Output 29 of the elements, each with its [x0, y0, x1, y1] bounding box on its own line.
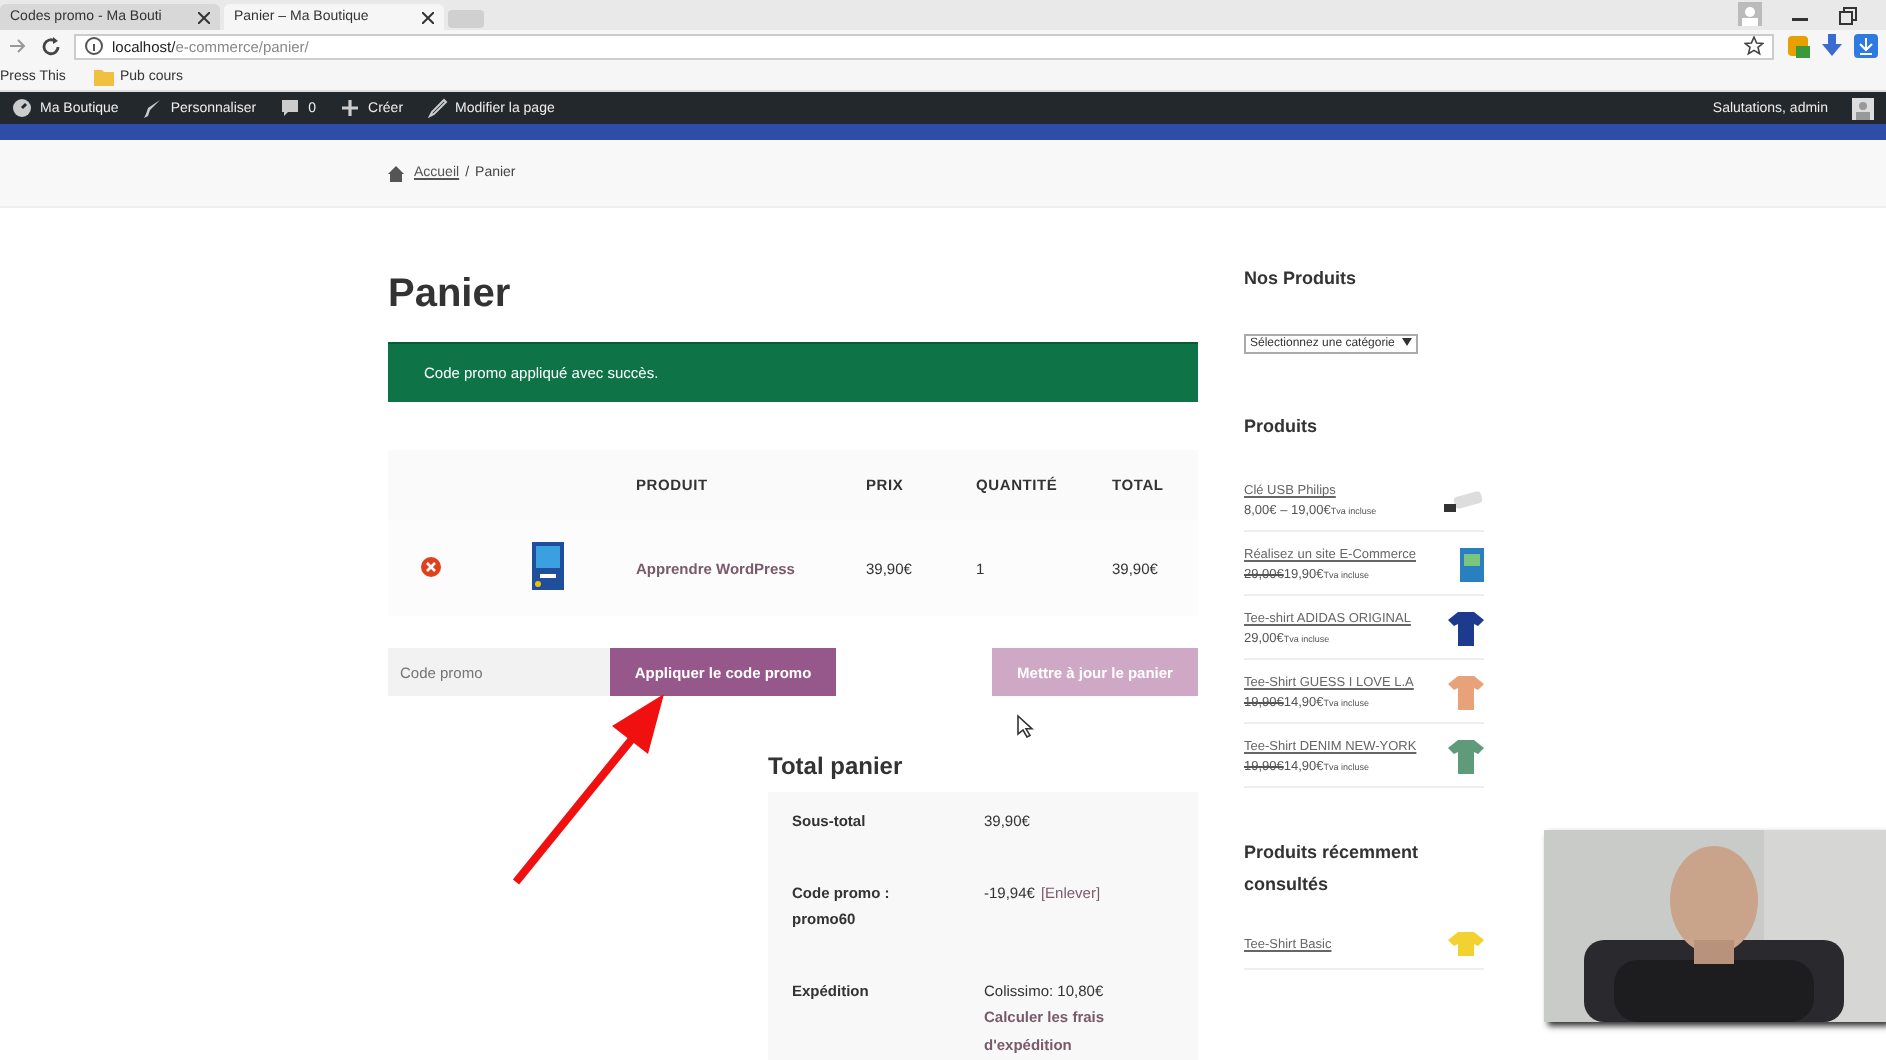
- brush-icon: [142, 98, 163, 118]
- dashboard-icon: [12, 98, 32, 118]
- reload-icon[interactable]: [40, 35, 62, 57]
- close-icon[interactable]: [198, 11, 210, 23]
- page-title: Panier: [388, 272, 513, 318]
- restore-icon[interactable]: [1838, 6, 1858, 26]
- comment-icon: [280, 98, 301, 118]
- info-icon: [84, 36, 104, 56]
- caret-icon: [1402, 338, 1413, 346]
- plus-icon: [340, 98, 361, 118]
- download-icon[interactable]: [1854, 34, 1878, 58]
- avatar-icon[interactable]: [1852, 97, 1874, 119]
- home-icon[interactable]: [388, 165, 404, 181]
- book-thumbnail-icon[interactable]: [532, 542, 564, 590]
- forward-icon[interactable]: [8, 36, 28, 56]
- usb-stick-icon[interactable]: [1444, 489, 1484, 513]
- extension-icon[interactable]: [1786, 34, 1810, 58]
- close-icon[interactable]: [422, 11, 434, 23]
- pencil-icon: [427, 98, 448, 118]
- star-icon[interactable]: [1744, 36, 1764, 56]
- folder-icon: [93, 67, 114, 85]
- mouse-cursor-icon: [1016, 714, 1034, 738]
- tshirt-icon[interactable]: [1448, 612, 1484, 646]
- totals-title: Total panier: [768, 752, 905, 780]
- widget-title: Produits: [1244, 416, 1320, 436]
- remove-icon[interactable]: [420, 555, 442, 577]
- widget-title: Produits récemment consultés: [1244, 840, 1421, 899]
- widget-title: Nos Produits: [1244, 268, 1359, 288]
- download-icon[interactable]: [1822, 34, 1842, 58]
